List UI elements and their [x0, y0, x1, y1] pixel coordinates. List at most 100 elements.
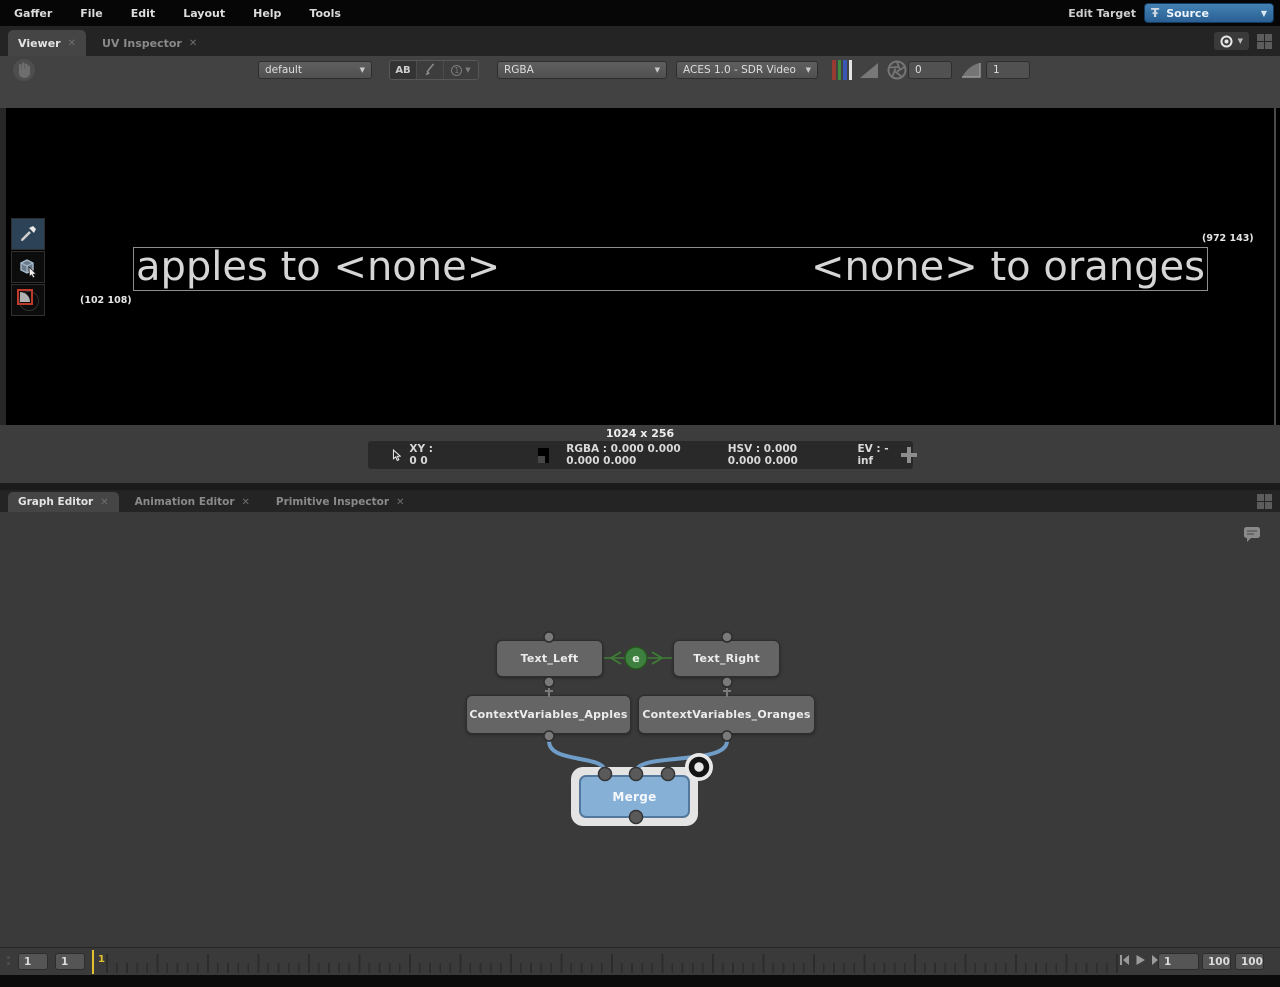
gamma-field[interactable]: 1 — [986, 61, 1030, 79]
cursor-icon — [392, 447, 401, 464]
source-icon: Ŧ — [1151, 6, 1159, 20]
image-resolution-label: 1024 x 256 — [0, 427, 1280, 440]
graph-editor-canvas[interactable]: Text_Left Text_Right ContextVariables_Ap… — [0, 512, 1280, 947]
channels-value: RGBA — [504, 64, 534, 76]
status-hsv: HSV : 0.000 0.000 0.000 — [728, 443, 832, 467]
menu-gaffer[interactable]: Gaffer — [0, 0, 66, 26]
menu-tools[interactable]: Tools — [295, 0, 354, 26]
wipe-tool-button[interactable] — [417, 61, 444, 79]
playhead[interactable] — [92, 950, 94, 974]
skip-to-start-icon[interactable] — [1119, 954, 1130, 966]
pixel-status-bar: XY : 0 0 RGBA : 0.000 0.000 0.000 0.000 … — [368, 441, 913, 469]
close-icon[interactable]: ✕ — [100, 497, 108, 508]
menu-edit[interactable]: Edit — [117, 0, 169, 26]
tab-primitive-inspector-label: Primitive Inspector — [276, 496, 389, 508]
node-label: ContextVariables_Apples — [469, 708, 627, 721]
close-icon[interactable]: ✕ — [396, 497, 404, 508]
pan-hand-icon[interactable] — [12, 58, 36, 82]
gamma-curve-icon[interactable] — [961, 62, 981, 78]
timeline-current-frame-field[interactable]: 1 — [55, 953, 85, 970]
expression-node-label[interactable]: e — [625, 647, 647, 669]
graph-tab-bar: Graph Editor ✕ Animation Editor ✕ Primit… — [0, 490, 1280, 512]
viewer-tool-stack — [11, 218, 45, 316]
ruler-ticks-major — [106, 954, 1118, 973]
tab-graph-editor[interactable]: Graph Editor ✕ — [8, 492, 119, 512]
node-contextvariables-oranges[interactable]: ContextVariables_Oranges — [638, 695, 815, 734]
annotation-bubble-icon[interactable] — [1242, 524, 1262, 544]
viewport-right-edge — [1274, 108, 1276, 425]
compare-button-group: AB 1 ▼ — [389, 60, 479, 80]
timeline-frame-field[interactable]: 1 — [1158, 953, 1199, 970]
exposure-triangle-icon[interactable] — [860, 63, 878, 78]
status-rgba: RGBA : 0.000 0.000 0.000 0.000 — [566, 443, 702, 467]
edit-target-value: Source — [1166, 7, 1209, 20]
channels-dropdown[interactable]: RGBA ▼ — [497, 61, 667, 79]
gaffer-window: Gaffer File Edit Layout Help Tools Edit … — [0, 0, 1280, 987]
node-text-left[interactable]: Text_Left — [496, 640, 603, 677]
node-merge-selected[interactable]: Merge — [571, 767, 698, 826]
playback-controls — [1119, 954, 1162, 966]
connector-dot[interactable] — [544, 677, 554, 687]
color-picker-tool-button[interactable] — [11, 218, 45, 250]
close-icon[interactable]: ✕ — [189, 38, 197, 49]
node-contextvariables-apples[interactable]: ContextVariables_Apples — [466, 695, 631, 734]
tab-viewer[interactable]: Viewer ✕ — [8, 30, 86, 56]
rendered-text-left: apples to <none> — [136, 244, 500, 290]
node-merge-body: Merge — [579, 775, 690, 818]
wipe-icon — [424, 63, 436, 77]
node-label: Merge — [612, 790, 656, 804]
timeline-end-frame-field[interactable]: 100 — [1235, 953, 1264, 970]
menu-file[interactable]: File — [66, 0, 117, 26]
chevron-down-icon: ▼ — [1238, 37, 1243, 45]
compare-image-dropdown[interactable]: 1 ▼ — [444, 61, 478, 79]
close-icon[interactable]: ✕ — [242, 497, 250, 508]
channel-solo-icon[interactable] — [832, 60, 852, 80]
target-icon — [1220, 35, 1233, 48]
close-icon[interactable]: ✕ — [68, 38, 76, 49]
arrow-right-icon — [652, 652, 662, 664]
add-sample-icon[interactable] — [901, 447, 913, 463]
chevron-down-icon: ▼ — [465, 66, 470, 74]
viewer-tab-bar: Viewer ✕ UV Inspector ✕ ▼ — [0, 26, 1280, 56]
chevron-down-icon: ▼ — [655, 66, 660, 74]
node-label: Text_Right — [693, 652, 760, 665]
tab-uv-inspector[interactable]: UV Inspector ✕ — [92, 30, 207, 56]
display-transform-dropdown[interactable]: ACES 1.0 - SDR Video ▼ — [676, 61, 818, 79]
tab-animation-editor[interactable]: Animation Editor ✕ — [125, 492, 260, 512]
node-text-right[interactable]: Text_Right — [673, 640, 780, 677]
edit-target-label: Edit Target — [1068, 7, 1136, 20]
ab-compare-button[interactable]: AB — [390, 61, 417, 79]
edit-target-dropdown[interactable]: Ŧ Source ▼ — [1144, 3, 1274, 23]
viewer-viewport[interactable]: apples to <none> <none> to oranges (102 … — [0, 108, 1280, 425]
viewer-focus-button[interactable]: ▼ — [1214, 32, 1249, 50]
menu-layout[interactable]: Layout — [169, 0, 239, 26]
timeline-bar: 1 1 1 1 100 100 — [0, 947, 1280, 975]
layout-grid-icon[interactable] — [1257, 34, 1272, 49]
display-transform-value: ACES 1.0 - SDR Video — [683, 64, 796, 76]
coord-label-bottom-left: (102 108) — [80, 295, 132, 306]
aperture-icon[interactable] — [887, 60, 907, 80]
connector-dot[interactable] — [722, 677, 732, 687]
layout-grid-icon[interactable] — [1257, 494, 1272, 509]
timeline-range-end-field[interactable]: 100 — [1202, 953, 1231, 970]
tab-primitive-inspector[interactable]: Primitive Inspector ✕ — [266, 492, 415, 512]
status-ev: EV : -inf — [857, 443, 891, 467]
view-select-dropdown[interactable]: default ▼ — [258, 61, 372, 79]
exposure-field[interactable]: 0 — [908, 61, 952, 79]
window-bottom-edge — [0, 975, 1280, 987]
play-icon[interactable] — [1135, 954, 1146, 966]
panel-divider[interactable] — [0, 483, 1280, 490]
tab-graph-editor-label: Graph Editor — [18, 496, 93, 508]
timeline-range-start-field[interactable]: 1 — [18, 953, 48, 970]
chevron-down-icon: ▼ — [806, 66, 811, 74]
timeline-ruler[interactable]: 1 — [90, 948, 1118, 976]
chevron-down-icon: ▼ — [360, 66, 365, 74]
cube-select-icon — [17, 256, 39, 278]
node-label: Text_Left — [521, 652, 579, 665]
selection-tool-button[interactable] — [11, 251, 45, 283]
crop-window-tool-button[interactable] — [11, 284, 45, 316]
playhead-label: 1 — [98, 954, 105, 965]
menu-help[interactable]: Help — [239, 0, 295, 26]
timeline-grip — [7, 956, 10, 965]
tab-viewer-label: Viewer — [18, 37, 61, 50]
